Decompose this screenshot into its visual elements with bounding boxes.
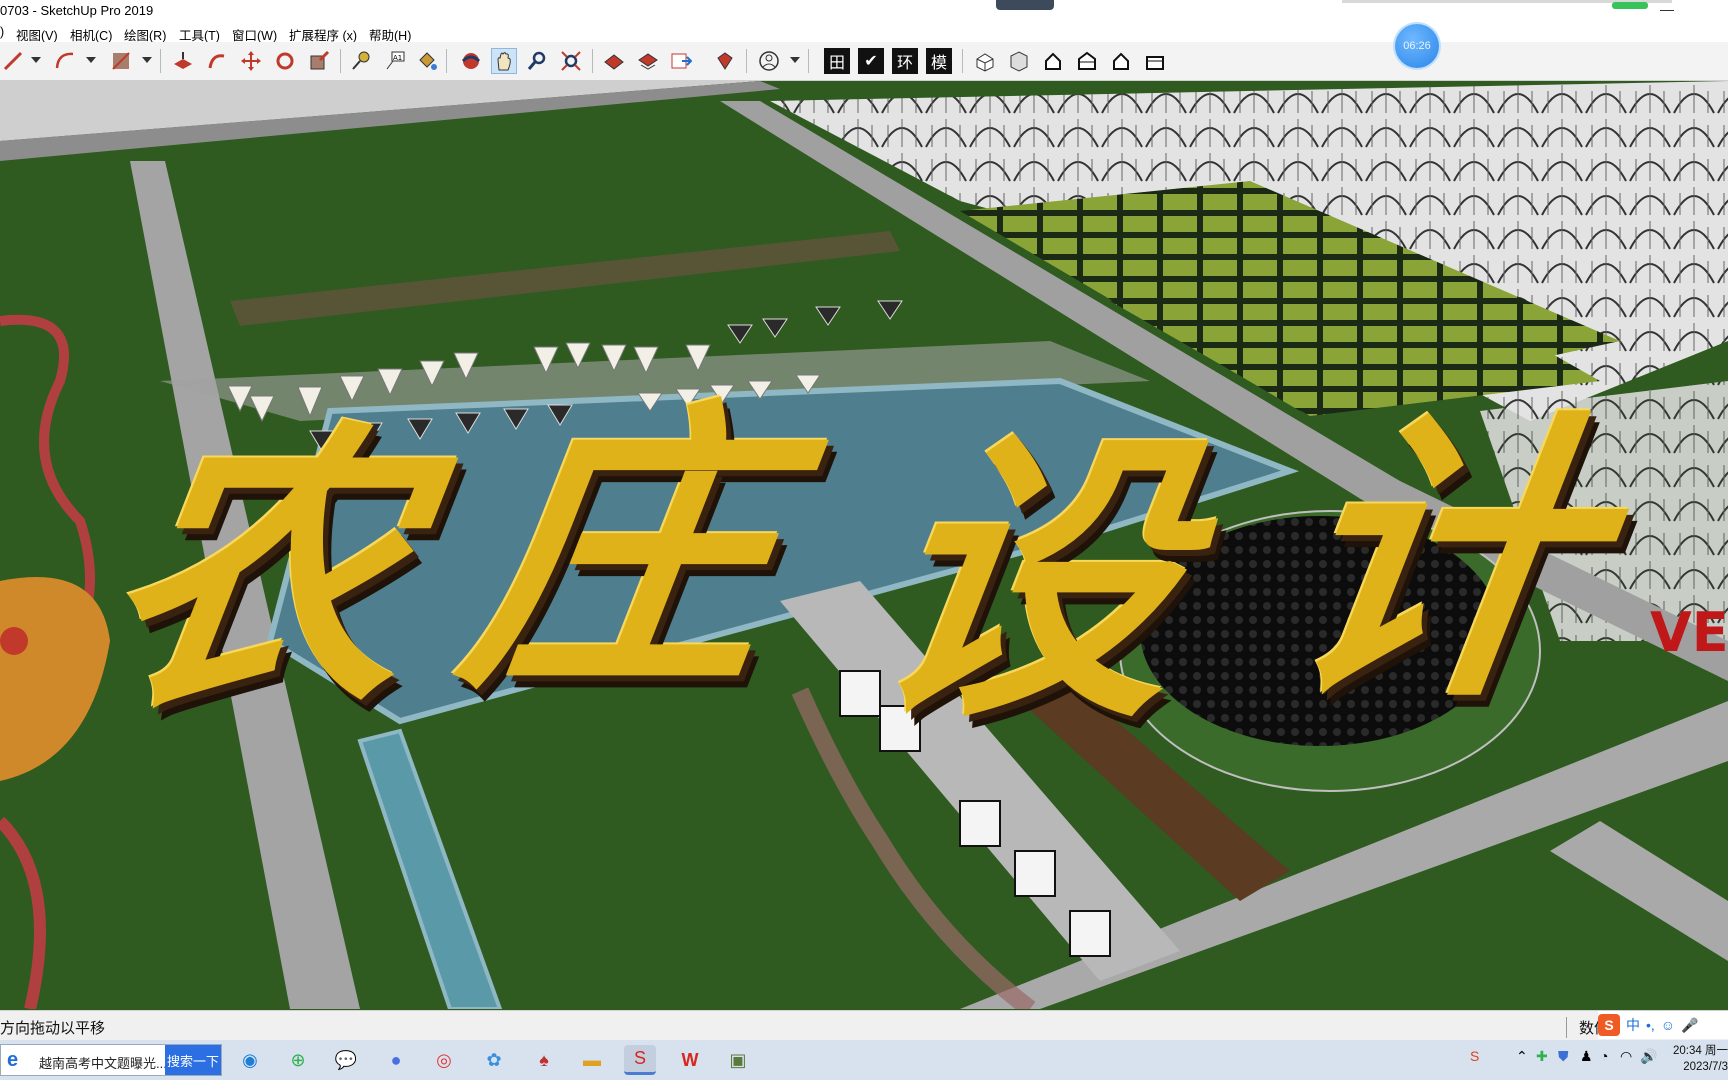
clock-time: 20:34 周一 — [1673, 1045, 1728, 1057]
ime-language[interactable]: 中 — [1626, 1015, 1640, 1035]
zoom-extents-icon[interactable] — [558, 48, 584, 74]
netease-music-icon[interactable]: ◎ — [428, 1045, 460, 1075]
minimize-button[interactable] — [1660, 2, 1674, 11]
recorder-handle[interactable] — [996, 0, 1054, 10]
orbit-icon[interactable] — [458, 48, 484, 74]
status-bar: 方向拖动以平移 数值 — [0, 1010, 1728, 1041]
ie-icon: e — [7, 1049, 19, 1071]
emoji-icon[interactable]: ☺ — [1661, 1017, 1675, 1033]
sogou-tray-icon[interactable]: S — [1470, 1048, 1479, 1064]
cards-icon[interactable]: ♠ — [528, 1045, 560, 1075]
layout-send-icon[interactable] — [668, 48, 694, 74]
sketchup-icon[interactable]: S — [624, 1045, 656, 1075]
toolbar-divider — [446, 49, 447, 73]
front-view-icon[interactable] — [1040, 48, 1066, 74]
sign-text: VE — [1650, 601, 1728, 664]
top-view-icon[interactable] — [1006, 48, 1032, 74]
rectangle-tool-icon[interactable] — [108, 48, 134, 74]
check-button[interactable]: ✔ — [858, 48, 884, 74]
green-app-icon[interactable]: ⊕ — [282, 1045, 314, 1075]
ime-punctuation[interactable]: •, — [1646, 1017, 1655, 1033]
calligraphy-title-char-2: 庄 — [445, 374, 795, 727]
search-button[interactable]: 搜索一下 — [165, 1045, 221, 1075]
wps-icon[interactable]: W — [674, 1045, 706, 1075]
warehouse-icon[interactable] — [601, 48, 627, 74]
move-icon[interactable] — [238, 48, 264, 74]
security-tray-icon[interactable]: ✚ — [1536, 1048, 1548, 1065]
calligraphy-title-char-1: 农 — [85, 394, 435, 747]
network-icon[interactable]: ◔ — [1600, 1048, 1608, 1064]
progress-indicator — [1612, 2, 1648, 9]
chevron-down-icon[interactable] — [790, 57, 800, 63]
window-title: 0703 - SketchUp Pro 2019 — [0, 3, 154, 18]
toolbar: A1 田 ✔ 环 模 — [0, 42, 1728, 81]
image-viewer-icon[interactable]: ▣ — [722, 1045, 754, 1075]
text-tool-icon[interactable]: A1 — [382, 48, 408, 74]
menu-bar: ) 视图(V) 相机(C) 绘图(R) 工具(T) 窗口(W) 扩展程序 (x)… — [0, 22, 1728, 43]
edge-icon[interactable]: ◉ — [234, 1045, 266, 1075]
taskbar-search[interactable]: e 越南高考中文题曝光... 搜索一下 — [0, 1044, 222, 1076]
toolbar-divider — [160, 49, 161, 73]
right-view-icon[interactable] — [1074, 48, 1100, 74]
scale-icon[interactable] — [306, 48, 332, 74]
recording-timer[interactable]: 06:26 — [1395, 24, 1439, 68]
follow-me-icon[interactable] — [204, 48, 230, 74]
status-hint: 方向拖动以平移 — [0, 1020, 106, 1037]
rotate-icon[interactable] — [272, 48, 298, 74]
iso-view-icon[interactable] — [972, 48, 998, 74]
toolbar-divider — [808, 49, 809, 73]
calligraphy-title-char-4: 计 — [1265, 384, 1615, 737]
ime-toolbar[interactable]: S 中 •, ☺ 🎤 — [1598, 1011, 1728, 1039]
shield-icon[interactable]: ⛊ — [1558, 1048, 1569, 1065]
calligraphy-title-char-3: 设 — [855, 404, 1205, 757]
sogou-logo-icon[interactable]: S — [1598, 1014, 1620, 1036]
svg-text:A1: A1 — [393, 54, 402, 62]
microphone-icon[interactable]: 🎤 — [1681, 1017, 1698, 1034]
chevron-down-icon[interactable] — [142, 57, 152, 63]
tape-measure-icon[interactable] — [348, 48, 374, 74]
wifi-icon[interactable]: ◠ — [1620, 1048, 1632, 1065]
share-model-icon[interactable] — [635, 48, 661, 74]
file-explorer-icon[interactable]: ▬ — [576, 1045, 608, 1075]
search-query[interactable]: 越南高考中文题曝光... — [39, 1053, 167, 1072]
zoom-icon[interactable] — [524, 48, 550, 74]
volume-icon[interactable]: 🔊 — [1640, 1048, 1657, 1065]
toolbar-divider — [592, 49, 593, 73]
push-pull-icon[interactable] — [170, 48, 196, 74]
taskbar: e 越南高考中文题曝光... 搜索一下 ◉ ⊕ 💬 ● ◎ ✿ ♠ ▬ S W … — [0, 1040, 1728, 1080]
back-view-icon[interactable] — [1108, 48, 1134, 74]
clock-date: 2023/7/3 — [1683, 1061, 1728, 1073]
toolbar-divider — [340, 49, 341, 73]
browser-icon[interactable]: ● — [380, 1045, 412, 1075]
chevron-up-icon[interactable]: ⌃ — [1516, 1048, 1528, 1065]
chevron-down-icon[interactable] — [31, 57, 41, 63]
pencil-line-icon[interactable] — [0, 48, 26, 74]
model-viewport[interactable]: VE 农 庄 设 计 — [0, 81, 1728, 1009]
toolbar-divider — [746, 49, 747, 73]
paint-bucket-icon[interactable] — [414, 48, 440, 74]
account-icon[interactable] — [756, 48, 782, 74]
photos-icon[interactable]: ✿ — [478, 1045, 510, 1075]
extension-ruby-icon[interactable] — [712, 48, 738, 74]
grid-button[interactable]: 田 — [824, 48, 850, 74]
menu-item-file[interactable]: ) — [0, 25, 4, 39]
toolbar-divider — [962, 49, 963, 73]
model-button[interactable]: 模 — [926, 48, 952, 74]
environment-button[interactable]: 环 — [892, 48, 918, 74]
left-view-icon[interactable] — [1142, 48, 1168, 74]
user-tray-icon[interactable]: ♟ — [1580, 1048, 1593, 1065]
title-bar: 0703 - SketchUp Pro 2019 — [0, 0, 1728, 22]
wechat-icon[interactable]: 💬 — [330, 1045, 362, 1075]
chevron-down-icon[interactable] — [86, 57, 96, 63]
arc-tool-icon[interactable] — [52, 48, 78, 74]
system-clock[interactable]: 20:34 周一 2023/7/3 — [1660, 1043, 1728, 1075]
pan-tool-icon[interactable] — [491, 48, 517, 74]
